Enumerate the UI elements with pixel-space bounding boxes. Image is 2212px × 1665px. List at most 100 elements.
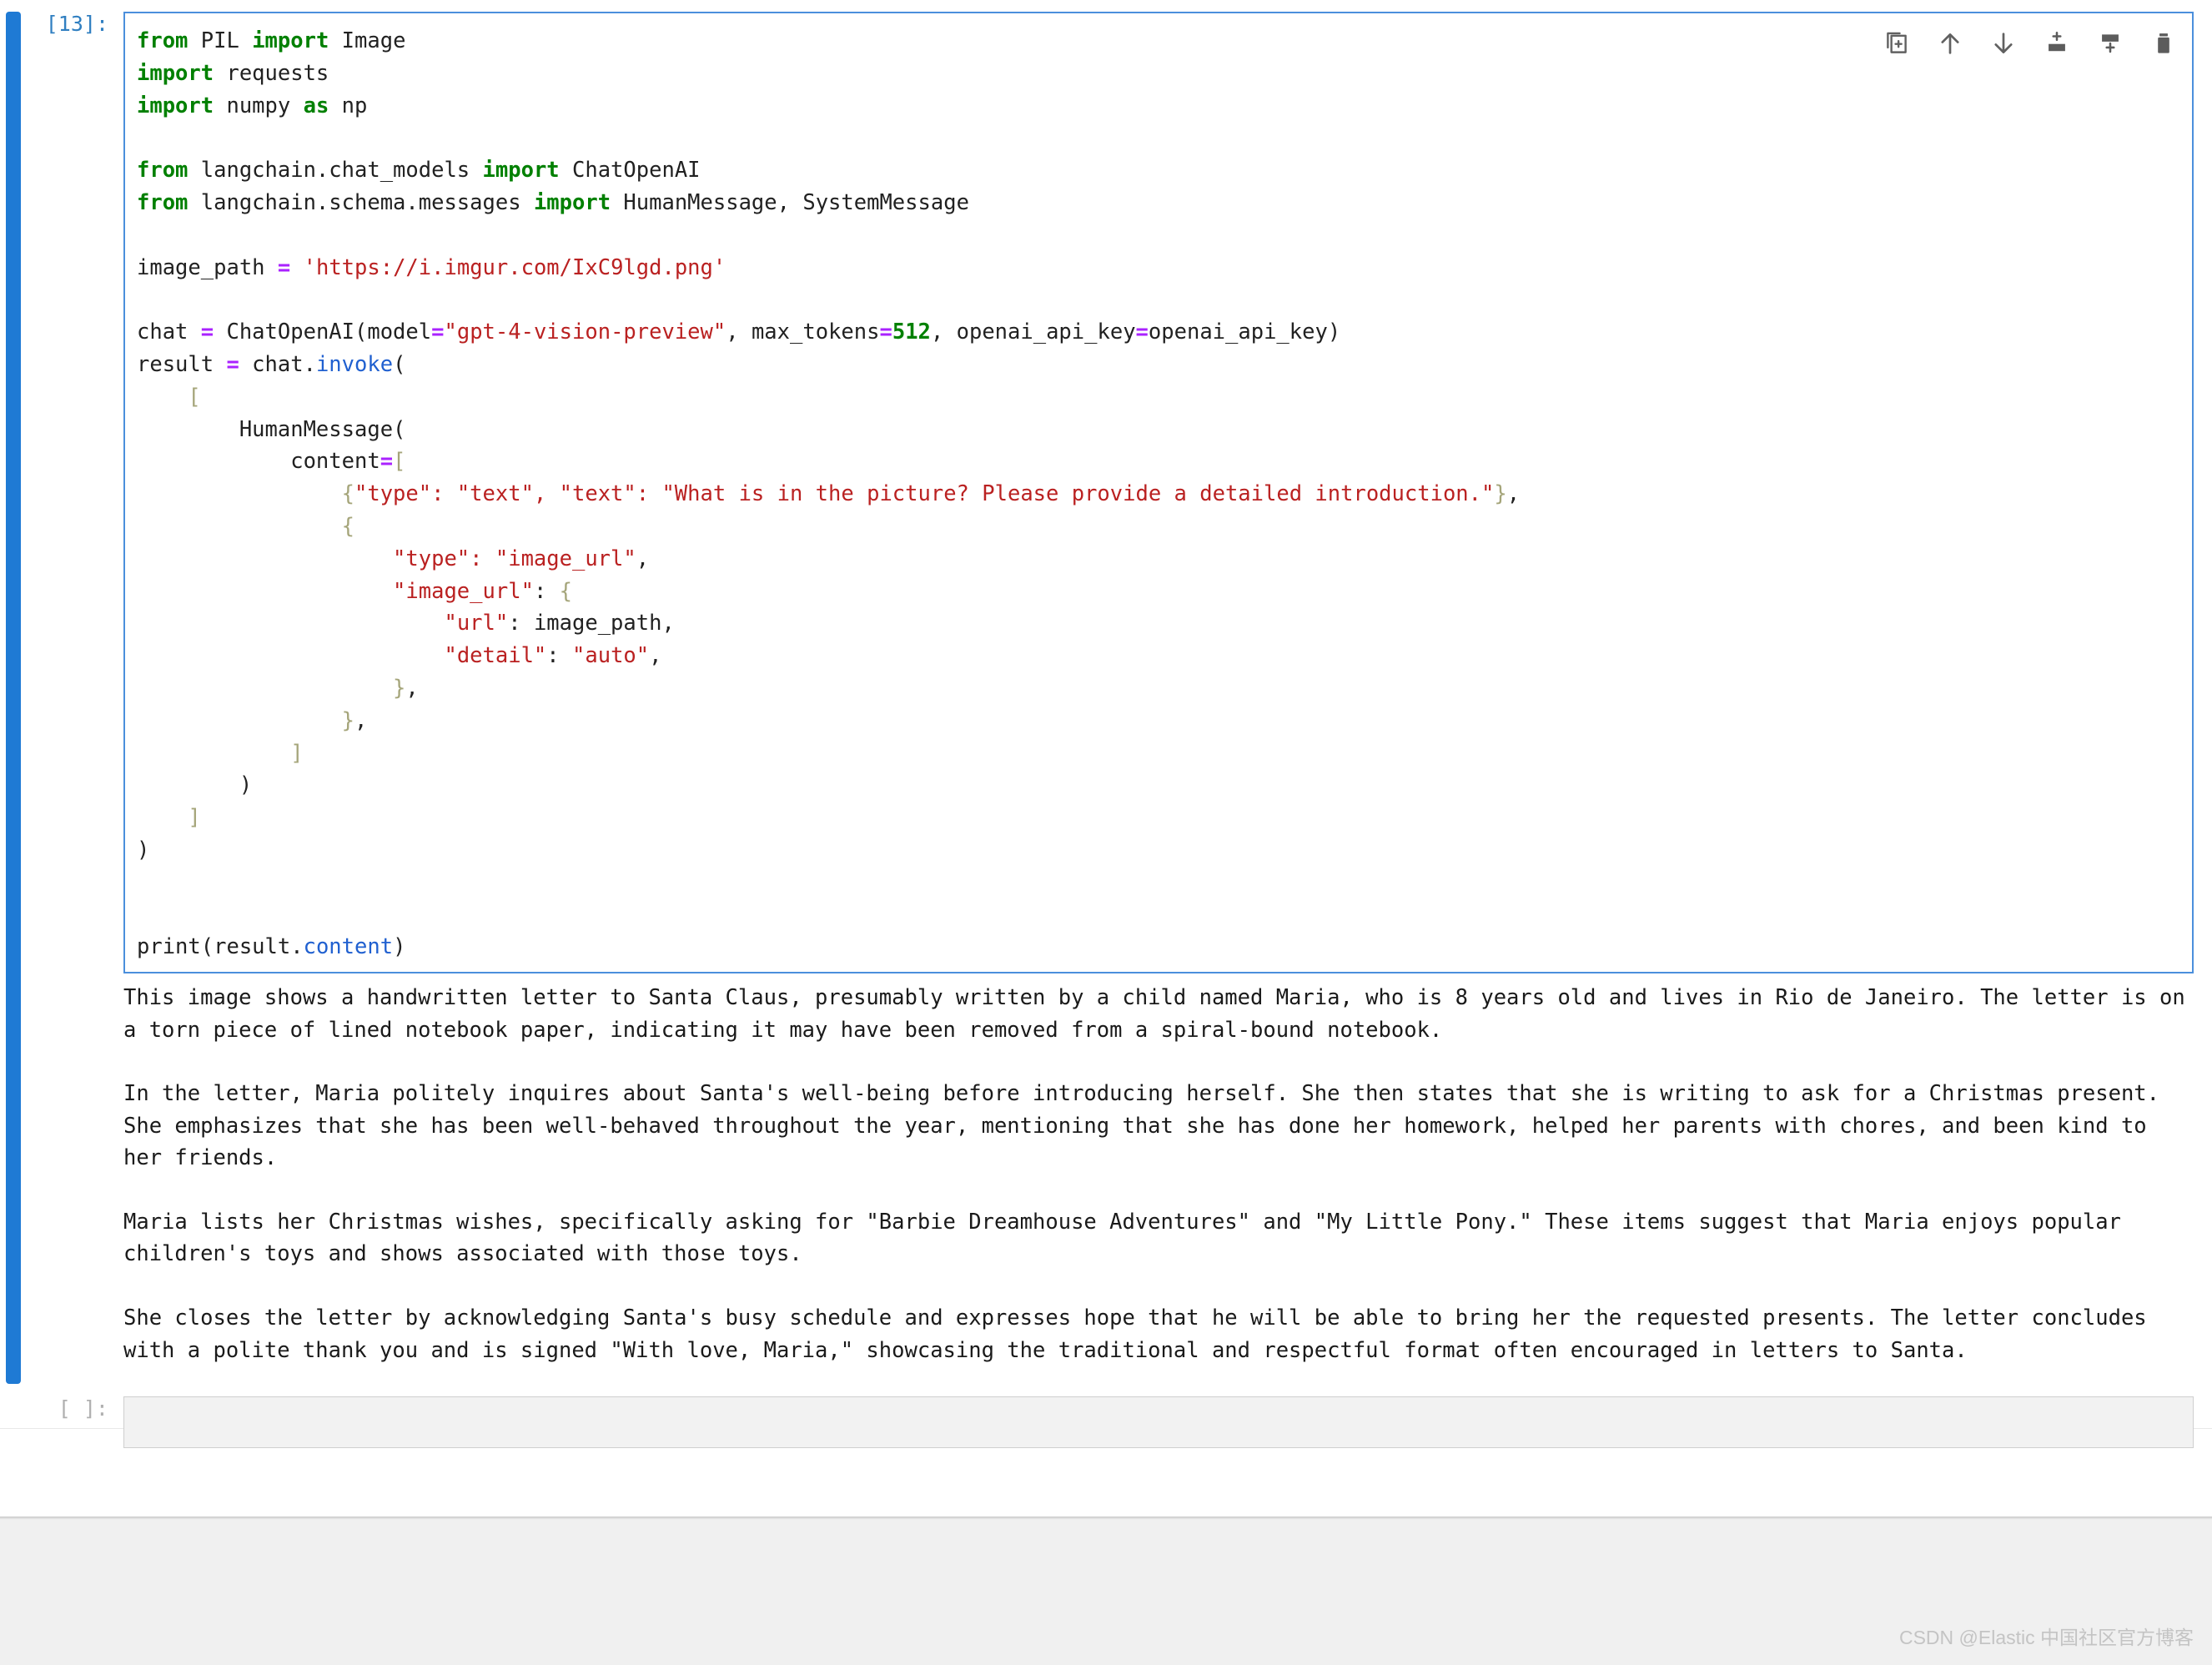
code-token: : xyxy=(546,643,573,669)
code-token: ) xyxy=(393,934,406,960)
code-token: "type": "text", "text": "What is in the … xyxy=(354,481,1495,507)
code-token: , max_tokens xyxy=(726,319,880,345)
code-token: ChatOpenAI xyxy=(572,158,701,184)
code-token: , xyxy=(354,707,368,733)
code-token: [ xyxy=(188,384,201,410)
delete-cell-icon[interactable] xyxy=(2145,25,2182,62)
notebook-container: [13]: from PIL import Image import reque… xyxy=(0,0,2212,1521)
code-token: } xyxy=(341,707,354,733)
code-token: = xyxy=(200,319,214,345)
code-token: content xyxy=(303,934,394,960)
csdn-watermark: CSDN @Elastic 中国社区官方博客 xyxy=(1898,1627,2194,1648)
code-token: langchain.schema.messages xyxy=(200,189,534,215)
code-token: { xyxy=(341,513,354,539)
code-token: result xyxy=(137,351,227,377)
code-token: 512 xyxy=(892,319,931,345)
code-token: np xyxy=(341,93,368,118)
code-token: Image xyxy=(341,28,406,53)
empty-code-cell[interactable]: [ ]: xyxy=(0,1396,2212,1448)
code-token: HumanMessage( xyxy=(137,416,406,442)
code-token: "auto" xyxy=(572,643,650,669)
code-token: , xyxy=(636,546,650,571)
code-source[interactable]: from PIL import Image import requests im… xyxy=(137,25,2192,963)
code-token: numpy xyxy=(226,93,304,118)
code-token: import xyxy=(252,28,342,53)
move-cell-up-icon[interactable] xyxy=(1932,25,1968,62)
code-token: "type": "image_url" xyxy=(393,546,636,571)
code-token: from xyxy=(137,189,201,215)
code-token: invoke xyxy=(315,351,394,377)
code-token: : image_path, xyxy=(508,611,675,636)
code-token: ] xyxy=(188,805,201,831)
code-token: import xyxy=(482,158,572,184)
code-token: chat xyxy=(137,319,201,345)
code-token: langchain.chat_models xyxy=(200,158,483,184)
empty-cell-prompt: [ ]: xyxy=(58,1396,108,1421)
code-token: openai_api_key) xyxy=(1148,319,1341,345)
duplicate-cell-icon[interactable] xyxy=(1878,25,1915,62)
code-token: print(result. xyxy=(137,934,304,960)
empty-cell-input[interactable] xyxy=(123,1396,2194,1448)
code-token: ( xyxy=(393,351,406,377)
code-token: , xyxy=(405,675,419,701)
code-token: , openai_api_key xyxy=(930,319,1136,345)
code-token: { xyxy=(341,481,354,507)
code-token: from xyxy=(137,28,201,53)
code-token: HumanMessage, SystemMessage xyxy=(623,189,969,215)
code-token: : xyxy=(533,578,560,604)
code-token: , xyxy=(1506,481,1521,507)
move-cell-down-icon[interactable] xyxy=(1985,25,2022,62)
output-selection-bar xyxy=(6,977,21,1385)
code-token: = xyxy=(277,254,291,280)
code-token: = xyxy=(380,449,394,475)
code-token: ) xyxy=(137,772,253,798)
code-token: import xyxy=(137,93,227,118)
code-token: PIL xyxy=(200,28,253,53)
code-token: "url" xyxy=(444,611,509,636)
code-token: import xyxy=(533,189,624,215)
code-token: "image_url" xyxy=(393,578,534,604)
insert-cell-above-icon[interactable] xyxy=(2039,25,2075,62)
code-token: = xyxy=(879,319,892,345)
code-token: as xyxy=(303,93,342,118)
code-token: = xyxy=(226,351,239,377)
insert-cell-below-icon[interactable] xyxy=(2092,25,2129,62)
output-text: This image shows a handwritten letter to… xyxy=(123,985,2185,1363)
code-token: "gpt-4-vision-preview" xyxy=(444,319,726,345)
code-token: = xyxy=(1135,319,1149,345)
code-cell[interactable]: [13]: from PIL import Image import reque… xyxy=(0,12,2212,998)
code-token: content xyxy=(137,449,380,475)
code-token: 'https://i.imgur.com/IxC9lgd.png' xyxy=(303,254,726,280)
cell-toolbar[interactable] xyxy=(1878,25,2182,62)
code-token: ] xyxy=(290,740,304,766)
output-cell[interactable]: This image shows a handwritten letter to… xyxy=(0,975,2212,1385)
output-area: This image shows a handwritten letter to… xyxy=(123,975,2194,1375)
code-token: } xyxy=(1494,481,1507,507)
code-token: ChatOpenAI(model xyxy=(214,319,432,345)
code-token: ) xyxy=(137,837,150,863)
code-token: "detail" xyxy=(444,643,547,669)
code-token: { xyxy=(559,578,573,604)
code-token: [ xyxy=(393,449,406,475)
cell-selection-bar xyxy=(6,12,21,998)
page-background xyxy=(0,1520,2212,1665)
code-token: chat. xyxy=(239,351,316,377)
code-token: import xyxy=(137,60,227,86)
code-editor-area[interactable]: from PIL import Image import requests im… xyxy=(123,12,2194,974)
code-token: = xyxy=(431,319,445,345)
code-token: from xyxy=(137,158,201,184)
code-token: image_path xyxy=(137,254,278,280)
code-token: requests xyxy=(226,60,329,86)
